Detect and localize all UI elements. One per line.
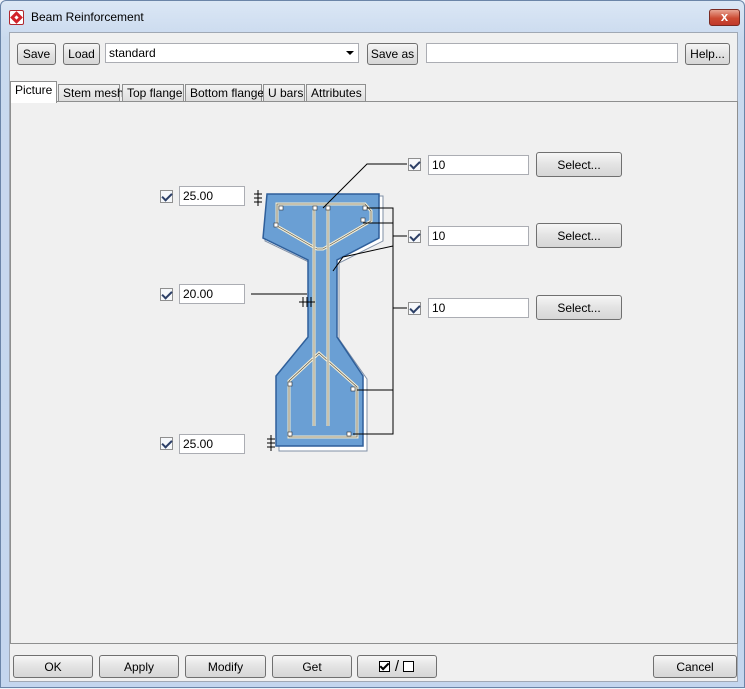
checked-box-icon — [378, 661, 391, 672]
bar-dot — [350, 386, 356, 392]
beam-concrete-section — [262, 193, 380, 447]
bar-dot — [312, 205, 318, 211]
bar-bottom-input[interactable]: 10 — [428, 298, 529, 318]
side-cover-checkbox[interactable] — [160, 288, 173, 301]
bar-middle-input[interactable]: 10 — [428, 226, 529, 246]
beam-reinforcement-window: Beam Reinforcement x Save Load standard … — [0, 0, 745, 688]
modify-button[interactable]: Modify — [185, 655, 266, 678]
bottom-cover-checkbox[interactable] — [160, 437, 173, 450]
bar-top-input[interactable]: 10 — [428, 155, 529, 175]
unchecked-box-icon — [403, 661, 415, 672]
beam-section-diagram — [251, 163, 407, 452]
bar-dot — [287, 431, 293, 437]
ok-button[interactable]: OK — [13, 655, 93, 678]
top-cover-checkbox[interactable] — [160, 190, 173, 203]
toggle-all-button[interactable]: / — [357, 655, 437, 678]
bar-dot — [273, 222, 279, 228]
bar-top-select-button[interactable]: Select... — [536, 152, 622, 177]
bar-dot — [325, 205, 331, 211]
tab-picture[interactable]: Picture — [10, 81, 57, 103]
apply-button[interactable]: Apply — [99, 655, 179, 678]
bar-dot — [287, 381, 293, 387]
bar-dot — [362, 205, 368, 211]
bar-middle-select-button[interactable]: Select... — [536, 223, 622, 248]
side-cover-input[interactable]: 20.00 — [179, 284, 245, 304]
bar-bottom-checkbox[interactable] — [408, 302, 421, 315]
bar-dot — [278, 205, 284, 211]
bottom-cover-input[interactable]: 25.00 — [179, 434, 245, 454]
top-cover-input[interactable]: 25.00 — [179, 186, 245, 206]
toggle-separator: / — [394, 658, 400, 675]
bar-dot — [360, 217, 366, 223]
bar-top-checkbox[interactable] — [408, 158, 421, 171]
bar-middle-checkbox[interactable] — [408, 230, 421, 243]
bar-dot — [346, 431, 352, 437]
cancel-button[interactable]: Cancel — [653, 655, 737, 678]
bar-bottom-select-button[interactable]: Select... — [536, 295, 622, 320]
get-button[interactable]: Get — [272, 655, 352, 678]
